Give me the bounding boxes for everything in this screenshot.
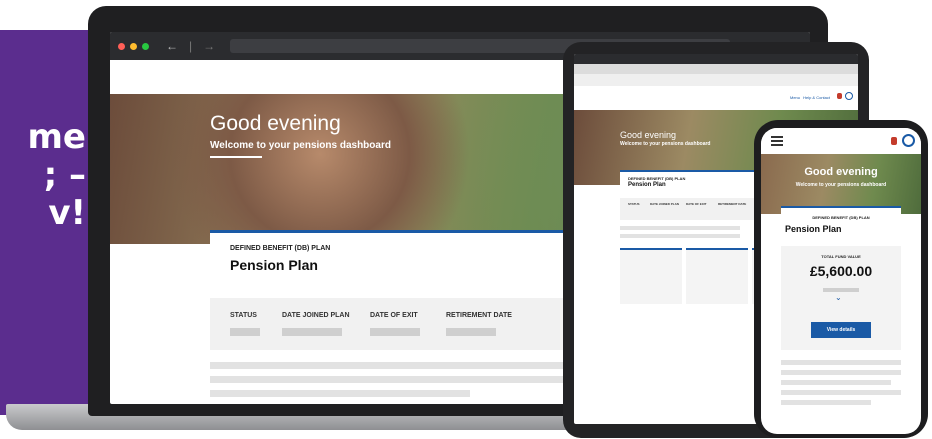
fund-label: TOTAL FUND VALUE bbox=[821, 254, 861, 259]
phone: Good evening Welcome to your pensions da… bbox=[754, 120, 928, 438]
phone-plan-title: Pension Plan bbox=[785, 224, 842, 234]
tablet-status-header: STATUS bbox=[628, 202, 640, 206]
status-value-placeholder bbox=[230, 328, 260, 336]
maximize-dot[interactable] bbox=[142, 42, 149, 50]
date-exit-header: DATE OF EXIT bbox=[370, 312, 418, 319]
banner-line-2: ; – bbox=[43, 155, 86, 195]
promo-banner: me ; – v! bbox=[0, 30, 100, 415]
greeting-title: Good evening bbox=[210, 112, 341, 135]
fund-value: £5,600.00 bbox=[809, 263, 873, 279]
tablet-address-bar[interactable] bbox=[574, 74, 858, 86]
separator: | bbox=[189, 39, 193, 53]
phone-screen: Good evening Welcome to your pensions da… bbox=[761, 128, 921, 434]
status-header: STATUS bbox=[230, 312, 257, 319]
phone-text-placeholder bbox=[781, 360, 901, 365]
tablet-menu-link[interactable]: Menu bbox=[790, 95, 800, 100]
phone-plan-type: DEFINED BENEFIT (DB) PLAN bbox=[812, 215, 870, 220]
tablet-nav: Menu Help & Contact bbox=[574, 86, 858, 110]
tablet-plan-type: DEFINED BENEFIT (DB) PLAN bbox=[628, 176, 686, 181]
tablet-date-exit-header: DATE OF EXIT bbox=[686, 202, 707, 206]
banner-text: me ; – v! bbox=[28, 118, 87, 232]
view-details-button[interactable]: View details bbox=[811, 322, 871, 338]
plan-title: Pension Plan bbox=[230, 257, 318, 273]
tablet-tile[interactable] bbox=[620, 248, 682, 304]
tablet-status-bar bbox=[574, 54, 858, 64]
phone-text-placeholder bbox=[781, 370, 901, 375]
phone-plan-card[interactable]: DEFINED BENEFIT (DB) PLAN Pension Plan bbox=[781, 206, 901, 246]
tablet-retirement-header: RETIREMENT DATE bbox=[718, 202, 747, 206]
retirement-date-placeholder bbox=[446, 328, 496, 336]
banner-line-3: v! bbox=[48, 193, 86, 233]
date-joined-header: DATE JOINED PLAN bbox=[282, 312, 350, 319]
minimize-dot[interactable] bbox=[130, 42, 137, 50]
text-placeholder bbox=[210, 376, 590, 383]
phone-greeting-title: Good evening bbox=[804, 166, 878, 178]
user-icon[interactable] bbox=[902, 134, 915, 147]
tablet-greeting-subtitle: Welcome to your pensions dashboard bbox=[620, 141, 711, 147]
fund-card: TOTAL FUND VALUE £5,600.00 ⌄ View detail… bbox=[781, 246, 901, 350]
plan-type: DEFINED BENEFIT (DB) PLAN bbox=[230, 245, 331, 252]
tablet-date-joined-header: DATE JOINED PLAN bbox=[650, 202, 679, 206]
text-placeholder bbox=[210, 362, 590, 369]
date-exit-placeholder bbox=[370, 328, 420, 336]
fund-placeholder-bar bbox=[823, 288, 859, 292]
chevron-down-icon[interactable]: ⌄ bbox=[835, 293, 842, 302]
stage: me ; – v! ← | → Good evening Welcome to … bbox=[0, 0, 932, 439]
tablet-text-placeholder bbox=[620, 234, 740, 238]
tablet-help-link[interactable]: Help & Contact bbox=[803, 95, 830, 100]
date-joined-placeholder bbox=[282, 328, 342, 336]
phone-text-placeholder bbox=[781, 390, 901, 395]
tablet-greeting-title: Good evening bbox=[620, 130, 677, 140]
tablet-tile[interactable] bbox=[686, 248, 748, 304]
greeting-subtitle: Welcome to your pensions dashboard bbox=[210, 140, 391, 151]
tablet-tab-strip bbox=[574, 64, 858, 74]
notification-icon[interactable] bbox=[891, 137, 897, 145]
phone-header bbox=[761, 128, 921, 154]
notification-icon[interactable] bbox=[837, 93, 842, 99]
phone-text-placeholder bbox=[781, 400, 871, 405]
banner-line-1: me bbox=[27, 117, 87, 157]
phone-greeting-subtitle: Welcome to your pensions dashboard bbox=[795, 182, 887, 188]
tablet-plan-title: Pension Plan bbox=[628, 182, 666, 188]
phone-hero: Good evening Welcome to your pensions da… bbox=[761, 154, 921, 214]
phone-text-placeholder bbox=[781, 380, 891, 385]
hero-divider bbox=[210, 156, 262, 158]
forward-arrow-icon[interactable]: → bbox=[203, 39, 215, 53]
text-placeholder bbox=[210, 390, 470, 397]
back-arrow-icon[interactable]: ← bbox=[166, 39, 178, 53]
retirement-date-header: RETIREMENT DATE bbox=[446, 312, 512, 319]
close-dot[interactable] bbox=[118, 42, 125, 50]
menu-icon[interactable] bbox=[771, 136, 783, 138]
user-icon[interactable] bbox=[845, 92, 853, 100]
tablet-text-placeholder bbox=[620, 226, 740, 230]
